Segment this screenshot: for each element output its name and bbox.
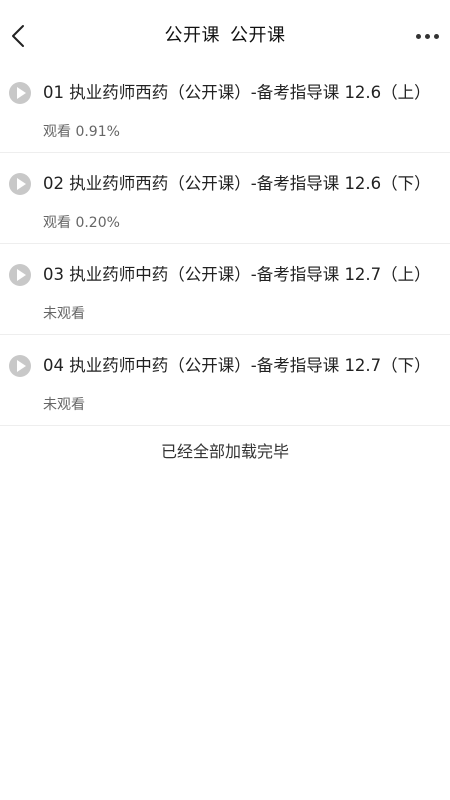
more-button[interactable]	[412, 24, 442, 48]
course-item-2[interactable]: 02 执业药师西药（公开课）-备考指导课 12.6（下） 观看 0.20%	[0, 153, 450, 244]
play-circle-icon	[9, 264, 31, 286]
course-title: 03 执业药师中药（公开课）-备考指导课 12.7（上）	[43, 265, 431, 284]
page-title-part2: 公开课	[230, 25, 286, 46]
play-circle-icon	[9, 82, 31, 104]
play-circle-icon	[9, 173, 31, 195]
load-complete-text: 已经全部加载完毕	[160, 442, 289, 461]
course-title: 02 执业药师西药（公开课）-备考指导课 12.6（下）	[43, 174, 431, 193]
course-progress: 未观看	[43, 397, 85, 413]
course-progress: 未观看	[43, 306, 85, 322]
more-dot-icon	[424, 33, 430, 39]
play-circle-icon	[9, 355, 31, 377]
course-progress: 观看 0.20%	[43, 215, 120, 231]
course-progress: 观看 0.91%	[43, 124, 120, 140]
course-item-1[interactable]: 01 执业药师西药（公开课）-备考指导课 12.6（上） 观看 0.91%	[0, 62, 450, 153]
more-dot-icon	[415, 33, 421, 39]
more-dot-icon	[433, 33, 439, 39]
course-title: 04 执业药师中药（公开课）-备考指导课 12.7（下）	[43, 356, 431, 375]
course-item-4[interactable]: 04 执业药师中药（公开课）-备考指导课 12.7（下） 未观看	[0, 335, 450, 426]
course-item-3[interactable]: 03 执业药师中药（公开课）-备考指导课 12.7（上） 未观看	[0, 244, 450, 335]
course-list: 01 执业药师西药（公开课）-备考指导课 12.6（上） 观看 0.91% 02…	[0, 62, 450, 426]
page-title-part1: 公开课	[164, 25, 220, 46]
course-title: 01 执业药师西药（公开课）-备考指导课 12.6（上）	[43, 83, 431, 102]
page-title: 公开课 公开课	[0, 24, 450, 48]
